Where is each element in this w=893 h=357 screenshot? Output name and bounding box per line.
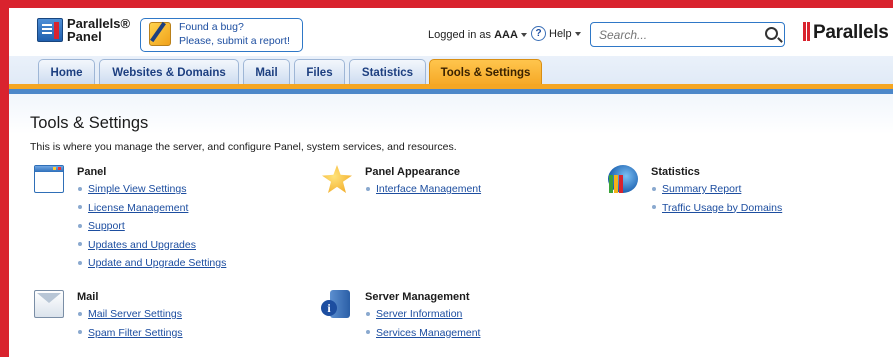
main-content: Tools & Settings This is where you manag… [9, 94, 893, 357]
link-list: Summary Report Traffic Usage by Domains [651, 180, 782, 217]
chevron-down-icon [574, 31, 581, 36]
mail-icon [34, 290, 64, 318]
bullet [78, 311, 82, 316]
tab-home[interactable]: Home [38, 59, 95, 87]
help-icon: ? [531, 26, 546, 41]
logo-line-2: Panel [67, 29, 102, 44]
bullet [78, 186, 82, 191]
group-title: Panel Appearance [365, 166, 460, 178]
list-item: Simple View Settings [77, 180, 226, 199]
main-tabs: Home Websites & Domains Mail Files Stati… [9, 56, 893, 89]
username: AAA [494, 29, 518, 41]
list-item: Server Information [365, 305, 480, 324]
appearance-icon [322, 165, 352, 193]
chevron-down-icon [520, 33, 527, 38]
link-mail-server-settings[interactable]: Mail Server Settings [88, 308, 182, 320]
link-list: Simple View Settings License Management … [77, 180, 226, 273]
group-title: Mail [77, 291, 99, 303]
header: Parallels® Panel Found a bug? Please, su… [9, 8, 893, 56]
search-icon[interactable] [765, 27, 778, 40]
group-title: Statistics [651, 166, 700, 178]
bug-line-1: Found a bug? [179, 21, 244, 33]
list-item: Services Management [365, 324, 480, 343]
logged-in-label: Logged in as [428, 29, 491, 41]
link-summary-report[interactable]: Summary Report [662, 183, 741, 195]
bullet [366, 186, 370, 191]
parallels-panel-logo[interactable]: Parallels® Panel [37, 14, 135, 48]
link-update-upgrade-settings[interactable]: Update and Upgrade Settings [88, 257, 226, 269]
group-title: Server Management [365, 291, 470, 303]
search-input[interactable] [599, 27, 749, 43]
link-traffic-usage-by-domains[interactable]: Traffic Usage by Domains [662, 202, 782, 214]
bullet [652, 205, 656, 210]
list-item: Support [77, 217, 226, 236]
panel-logo-icon [37, 18, 63, 42]
statistics-icon [608, 165, 638, 193]
list-item: Spam Filter Settings [77, 324, 183, 343]
tab-files[interactable]: Files [294, 59, 345, 87]
help-label: Help [549, 27, 572, 40]
brand-name: Parallels [813, 22, 889, 43]
bullet [366, 311, 370, 316]
tab-websites-domains[interactable]: Websites & Domains [99, 59, 239, 87]
list-item: Traffic Usage by Domains [651, 199, 782, 218]
link-list: Mail Server Settings Spam Filter Setting… [77, 305, 183, 342]
group-title: Panel [77, 166, 107, 178]
link-services-management[interactable]: Services Management [376, 327, 480, 339]
tab-statistics[interactable]: Statistics [349, 59, 426, 87]
list-item: Updates and Upgrades [77, 236, 226, 255]
link-server-information[interactable]: Server Information [376, 308, 462, 320]
list-item: License Management [77, 199, 226, 218]
link-interface-management[interactable]: Interface Management [376, 183, 481, 195]
link-license-management[interactable]: License Management [88, 202, 188, 214]
link-list: Server Information Services Management [365, 305, 480, 342]
group-panel: Panel Simple View Settings License Manag… [34, 165, 294, 275]
link-spam-filter-settings[interactable]: Spam Filter Settings [88, 327, 183, 339]
bullet [652, 186, 656, 191]
server-icon [321, 290, 350, 318]
list-item: Interface Management [365, 180, 481, 199]
bullet [78, 260, 82, 265]
bullet [78, 223, 82, 228]
group-statistics: Statistics Summary Report Traffic Usage … [608, 165, 878, 225]
group-mail: Mail Mail Server Settings Spam Filter Se… [34, 290, 294, 350]
bullet [366, 330, 370, 335]
list-item: Summary Report [651, 180, 782, 199]
tab-mail[interactable]: Mail [243, 59, 290, 87]
tab-tools-settings[interactable]: Tools & Settings [429, 59, 542, 87]
group-server-management: Server Management Server Information Ser… [321, 290, 582, 350]
bug-report-icon [149, 22, 171, 46]
user-menu[interactable]: Logged in as AAA [428, 29, 527, 41]
parallels-brand-logo: Parallels [803, 22, 889, 44]
link-simple-view-settings[interactable]: Simple View Settings [88, 183, 186, 195]
bullet [78, 242, 82, 247]
link-updates-upgrades[interactable]: Updates and Upgrades [88, 239, 196, 251]
link-list: Interface Management [365, 180, 481, 199]
page-title: Tools & Settings [30, 114, 149, 132]
help-menu[interactable]: ? Help [531, 26, 581, 41]
list-item: Mail Server Settings [77, 305, 183, 324]
bullet [78, 205, 82, 210]
parallels-bars-icon [803, 22, 810, 41]
bug-line-2: Please, submit a report! [179, 35, 290, 47]
page-description: This is where you manage the server, and… [30, 141, 457, 153]
app-window: Parallels® Panel Found a bug? Please, su… [9, 8, 893, 357]
group-panel-appearance: Panel Appearance Interface Management [322, 165, 582, 205]
bullet [78, 330, 82, 335]
panel-icon [34, 165, 64, 193]
list-item: Update and Upgrade Settings [77, 254, 226, 273]
link-support[interactable]: Support [88, 220, 125, 232]
search-box [590, 22, 785, 47]
report-bug-button[interactable]: Found a bug? Please, submit a report! [140, 18, 303, 52]
